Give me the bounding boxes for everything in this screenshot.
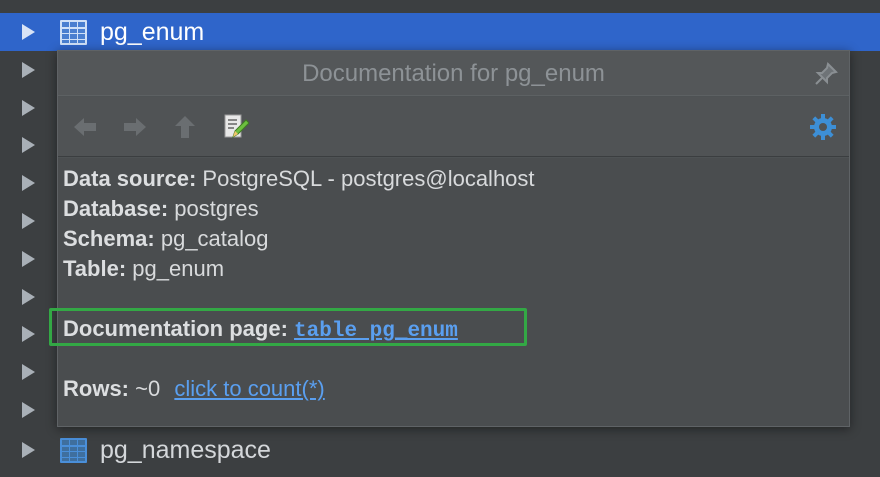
documentation-page-link[interactable]: table pg_enum [294, 320, 458, 343]
back-arrow-icon[interactable] [71, 113, 99, 141]
rows-label: Rows: [63, 376, 129, 401]
tree-row[interactable]: pg_enum [0, 13, 880, 51]
expand-arrow-icon[interactable] [22, 326, 35, 342]
data-source-label: Data source: [63, 166, 197, 191]
tree-row-label: pg_namespace [100, 435, 271, 464]
edit-source-icon[interactable] [221, 113, 249, 141]
table-label: Table: [63, 256, 127, 281]
expand-arrow-icon[interactable] [22, 442, 35, 458]
database-label: Database: [63, 196, 169, 221]
schema-label: Schema: [63, 226, 155, 251]
expand-arrow-icon[interactable] [22, 289, 35, 305]
table-icon [60, 437, 87, 463]
expand-arrow-icon[interactable] [22, 100, 35, 116]
popup-toolbar [58, 97, 849, 157]
up-arrow-icon[interactable] [171, 113, 199, 141]
rows-value: ~0 [135, 376, 161, 401]
forward-arrow-icon[interactable] [121, 113, 149, 141]
expand-arrow-icon[interactable] [22, 364, 35, 380]
table-line: Table: pg_enum [63, 256, 224, 282]
expand-arrow-icon[interactable] [22, 137, 35, 153]
schema-line: Schema: pg_catalog [63, 226, 269, 252]
popup-title: Documentation for pg_enum [302, 60, 605, 87]
expand-arrow-icon[interactable] [22, 24, 35, 40]
documentation-page-label: Documentation page: [63, 316, 288, 341]
database-line: Database: postgres [63, 196, 259, 222]
gear-icon[interactable] [809, 113, 837, 141]
expand-arrow-icon[interactable] [22, 213, 35, 229]
expand-arrow-icon[interactable] [22, 175, 35, 191]
database-value: postgres [174, 196, 259, 221]
documentation-page-line: Documentation page: table pg_enum [63, 316, 458, 343]
data-source-line: Data source: PostgreSQL - postgres@local… [63, 166, 535, 192]
expand-arrow-icon[interactable] [22, 402, 35, 418]
table-icon [60, 19, 87, 45]
expand-arrow-icon[interactable] [22, 251, 35, 267]
count-rows-link[interactable]: click to count(*) [174, 376, 324, 401]
tree-row-label: pg_enum [100, 17, 205, 46]
data-source-value: PostgreSQL - postgres@localhost [202, 166, 535, 191]
expand-arrow-icon[interactable] [22, 62, 35, 78]
popup-titlebar[interactable]: Documentation for pg_enum [58, 51, 849, 96]
table-value: pg_enum [132, 256, 225, 281]
rows-line: Rows: ~0 click to count(*) [63, 376, 325, 402]
documentation-popup: Documentation for pg_enum Data source: P… [57, 50, 850, 427]
tree-row[interactable]: pg_namespace [0, 431, 880, 469]
schema-value: pg_catalog [160, 226, 269, 251]
pin-icon[interactable] [813, 61, 839, 87]
documentation-content: Data source: PostgreSQL - postgres@local… [58, 158, 849, 426]
